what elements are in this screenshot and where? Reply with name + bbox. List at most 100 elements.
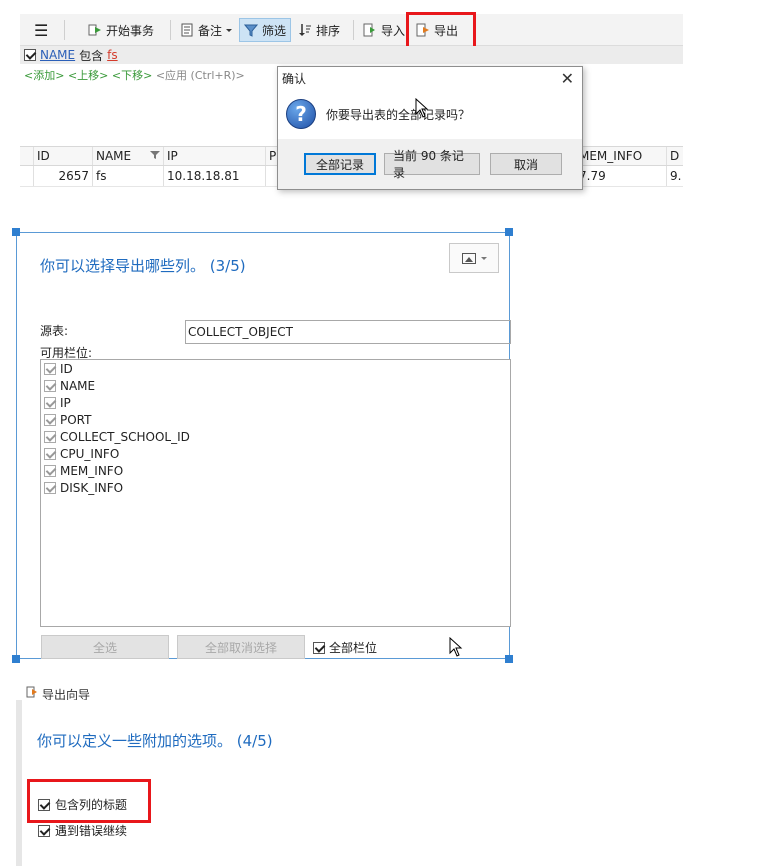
column-header[interactable]: D <box>667 147 683 165</box>
resize-handle[interactable] <box>505 228 513 236</box>
resize-handle[interactable] <box>12 228 20 236</box>
continue-on-error-checkbox[interactable] <box>38 824 50 837</box>
column-checkbox[interactable] <box>44 447 56 460</box>
list-item[interactable]: PORT <box>41 411 510 428</box>
filter-enable-checkbox[interactable] <box>24 49 36 61</box>
menu-button[interactable]: ☰ <box>30 18 52 42</box>
filter-button[interactable]: 筛选 <box>239 18 292 42</box>
table-cell[interactable]: 7.79 <box>576 166 667 186</box>
column-checkbox[interactable] <box>44 430 56 443</box>
all-fields-checkbox[interactable] <box>313 641 325 654</box>
dialog-buttons: 全部记录 当前 90 条记录 取消 <box>278 139 582 180</box>
include-headers-highlight-box <box>27 779 151 823</box>
background-edge <box>16 700 22 866</box>
column-header[interactable]: MEM_INFO <box>576 147 667 165</box>
wizard-step-title: 你可以定义一些附加的选项。 (4/5) <box>37 732 273 750</box>
note-label: 备注 <box>198 23 223 38</box>
source-table-label: 源表: <box>40 324 69 338</box>
sort-icon <box>298 23 312 37</box>
table-view-panel: ☰ 开始事务 备注 筛选 排序 导入 导出 NAME 包含 fs <添加> <上… <box>20 0 683 200</box>
list-item[interactable]: NAME <box>41 377 510 394</box>
note-icon <box>180 23 194 37</box>
export-wizard-options: 导出向导 你可以定义一些附加的选项。 (4/5) 包含列的标题 遇到错误继续 <box>20 686 400 866</box>
begin-transaction-label: 开始事务 <box>106 23 155 38</box>
question-icon: ? <box>286 99 316 129</box>
filter-label: 筛选 <box>262 23 287 38</box>
filter-bar: NAME 包含 fs <box>20 46 683 64</box>
chevron-down-icon[interactable] <box>226 28 233 32</box>
column-checkbox[interactable] <box>44 481 56 494</box>
row-selector[interactable] <box>20 166 34 186</box>
export-wizard-columns: 你可以选择导出哪些列。 (3/5) 源表: COLLECT_OBJECT 可用栏… <box>16 232 511 659</box>
close-icon[interactable]: ✕ <box>561 69 574 88</box>
current-records-button[interactable]: 当前 90 条记录 <box>384 149 480 180</box>
continue-on-error-option[interactable]: 遇到错误继续 <box>38 822 127 839</box>
row-selector-header <box>20 147 34 165</box>
filter-operator[interactable]: 包含 <box>79 47 103 64</box>
cancel-button[interactable]: 取消 <box>490 153 562 175</box>
resize-handle[interactable] <box>12 655 20 663</box>
table-cell[interactable]: 10.18.18.81 <box>164 166 266 186</box>
image-dropdown[interactable] <box>449 243 499 273</box>
filter-apply-link[interactable]: <应用 (Ctrl+R)> <box>156 69 245 82</box>
toolbar-divider <box>353 20 354 40</box>
transaction-icon <box>88 23 102 37</box>
table-cell[interactable]: 9. <box>667 166 683 186</box>
cursor-icon <box>415 98 429 118</box>
filter-field-link[interactable]: NAME <box>40 48 75 62</box>
list-item[interactable]: CPU_INFO <box>41 445 510 462</box>
column-header[interactable]: ID <box>34 147 93 165</box>
column-checkbox[interactable] <box>44 379 56 392</box>
wizard-header: 导出向导 <box>26 686 90 700</box>
column-checkbox[interactable] <box>44 413 56 426</box>
resize-handle[interactable] <box>505 655 513 663</box>
column-header[interactable]: IP <box>164 147 266 165</box>
funnel-icon[interactable] <box>150 149 160 163</box>
list-item[interactable]: MEM_INFO <box>41 462 510 479</box>
all-records-button[interactable]: 全部记录 <box>304 153 376 175</box>
table-cell[interactable]: fs <box>93 166 164 186</box>
filter-up-link[interactable]: <上移> <box>68 69 108 82</box>
list-item[interactable]: COLLECT_SCHOOL_ID <box>41 428 510 445</box>
continue-on-error-label: 遇到错误继续 <box>55 824 128 838</box>
dialog-body: ? 你要导出表的全部记录吗？ <box>278 89 582 139</box>
image-icon <box>461 252 476 264</box>
select-all-button[interactable]: 全选 <box>41 635 169 659</box>
filter-down-link[interactable]: <下移> <box>112 69 152 82</box>
menu-icon: ☰ <box>34 20 49 40</box>
list-item[interactable]: ID <box>41 360 510 377</box>
available-fields-list: ID NAME IP PORT COLLECT_SCHOOL_ID CPU_IN… <box>40 359 511 627</box>
main-toolbar: ☰ 开始事务 备注 筛选 排序 导入 导出 <box>20 14 683 46</box>
column-checkbox[interactable] <box>44 362 56 375</box>
note-button[interactable]: 备注 <box>176 18 236 42</box>
column-checkbox[interactable] <box>44 396 56 409</box>
filter-actions: <添加> <上移> <下移> <应用 (Ctrl+R)> <box>24 67 245 83</box>
column-header[interactable]: NAME <box>93 147 164 165</box>
table-cell[interactable]: 2657 <box>34 166 93 186</box>
begin-transaction-button[interactable]: 开始事务 <box>84 18 158 42</box>
wizard-icon <box>26 686 38 700</box>
chevron-down-icon <box>480 256 487 260</box>
list-item[interactable]: DISK_INFO <box>41 479 510 496</box>
all-fields-option[interactable]: 全部栏位 <box>313 639 377 656</box>
all-fields-label: 全部栏位 <box>329 641 378 655</box>
cursor-icon <box>449 637 463 657</box>
source-table-field[interactable]: COLLECT_OBJECT <box>185 320 511 344</box>
dialog-title: 确认 <box>282 71 307 86</box>
import-icon <box>363 23 377 37</box>
dialog-message: 你要导出表的全部记录吗？ <box>326 107 471 122</box>
filter-add-link[interactable]: <添加> <box>24 69 64 82</box>
column-checkbox[interactable] <box>44 464 56 477</box>
import-button[interactable]: 导入 <box>359 18 409 42</box>
filter-value-link[interactable]: fs <box>107 48 117 62</box>
wizard-header-label: 导出向导 <box>42 688 91 700</box>
dialog-title-bar: 确认 ✕ <box>278 67 582 89</box>
background-edge <box>0 235 16 655</box>
list-item[interactable]: IP <box>41 394 510 411</box>
toolbar-divider <box>170 20 171 40</box>
import-label: 导入 <box>381 23 406 38</box>
deselect-all-button[interactable]: 全部取消选择 <box>177 635 305 659</box>
sort-button[interactable]: 排序 <box>294 18 344 42</box>
sort-label: 排序 <box>316 23 341 38</box>
funnel-icon <box>243 23 259 37</box>
